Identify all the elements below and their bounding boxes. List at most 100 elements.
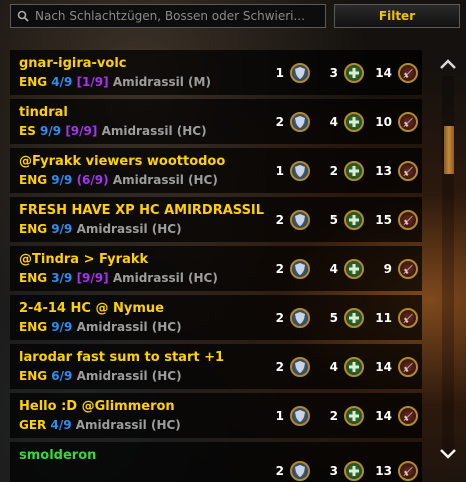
tank-count: 2 [275,310,284,325]
role-counts: 2 4 14 [260,344,422,389]
scroll-up-icon[interactable] [434,54,462,74]
group-alt-progress: (6/9) [76,173,109,187]
damage-role-icon [398,356,418,377]
healer-count: 4 [329,114,338,129]
group-language: ENG [19,222,48,236]
search-placeholder: Nach Schlachtzügen, Bossen oder Schwieri… [35,9,305,23]
group-title: smolderon [19,448,97,463]
healer-role-icon [344,307,364,328]
group-language: ENG [19,271,48,285]
group-language: ENG [19,75,48,89]
healer-role-icon [344,405,364,426]
healer-count: 5 [329,310,338,325]
group-raid: Amidrassil (HC) [76,222,182,236]
group-row[interactable]: @Tindra > Fyrakk ENG 3/9 [9/9] Amidrassi… [10,246,422,291]
group-row[interactable]: tindral ES 9/9 [9/9] Amidrassil (HC) 2 4… [10,99,422,144]
group-language: ENG [19,369,48,383]
damage-role-icon [398,111,418,132]
role-counts: 2 4 10 [260,99,422,144]
damage-count: 14 [375,65,392,80]
damage-role-icon [398,307,418,328]
tank-role-icon [290,111,310,132]
healer-count: 2 [329,163,338,178]
tank-count: 2 [275,261,284,276]
tank-count: 2 [275,359,284,374]
group-progress: 4/9 [51,75,73,89]
healer-count: 3 [329,65,338,80]
group-details: ENG 6/9 Amidrassil (HC) [19,369,182,383]
tank-count: 1 [275,408,284,423]
role-counts: 1 2 14 [260,393,422,438]
group-language: ENG [19,173,48,187]
healer-role-icon [344,62,364,83]
tank-count: 2 [275,463,284,478]
scroll-thumb[interactable] [444,126,454,174]
healer-role-icon [344,356,364,377]
healer-count: 4 [329,261,338,276]
group-details: ENG 9/9 Amidrassil (HC) [19,222,182,236]
scrollbar[interactable] [434,48,462,482]
healer-count: 2 [329,408,338,423]
damage-role-icon [398,209,418,230]
group-details: GER 4/9 Amidrassil (HC) [19,418,181,432]
group-alt-progress: [1/9] [76,75,109,89]
role-counts: 1 3 14 [260,50,422,95]
damage-count: 14 [375,359,392,374]
group-language: ES [19,124,36,138]
group-row[interactable]: larodar fast sum to start +1 ENG 6/9 Ami… [10,344,422,389]
group-raid: Amidrassil (HC) [101,124,207,138]
healer-role-icon [344,160,364,181]
group-language: GER [19,418,47,432]
damage-count: 14 [375,408,392,423]
damage-role-icon [398,460,418,481]
group-details: ENG 9/9 (6/9) Amidrassil (HC) [19,173,218,187]
group-details: ENG 4/9 [1/9] Amidrassil (M) [19,75,211,89]
group-language: ENG [19,320,48,334]
tank-role-icon [290,62,310,83]
tank-role-icon [290,460,310,481]
tank-role-icon [290,356,310,377]
tank-count: 2 [275,114,284,129]
group-title: @Fyrakk viewers woottodoo [19,154,226,169]
tank-count: 1 [275,163,284,178]
tank-count: 1 [275,65,284,80]
group-raid: Amidrassil (HC) [112,271,218,285]
filter-button[interactable]: Filter [334,4,460,28]
group-progress: 9/9 [51,320,73,334]
group-list: gnar-igira-volc ENG 4/9 [1/9] Amidrassil… [10,50,422,482]
damage-count: 11 [375,310,392,325]
damage-role-icon [398,160,418,181]
group-raid: Amidrassil (HC) [76,369,182,383]
group-row[interactable]: 2-4-14 HC @ Nymue ENG 9/9 Amidrassil (HC… [10,295,422,340]
healer-count: 3 [329,463,338,478]
top-bar: Nach Schlachtzügen, Bossen oder Schwieri… [0,0,466,36]
damage-role-icon [398,405,418,426]
group-row[interactable]: gnar-igira-volc ENG 4/9 [1/9] Amidrassil… [10,50,422,95]
healer-role-icon [344,258,364,279]
group-progress: 6/9 [51,369,73,383]
damage-count: 15 [375,212,392,227]
group-details: ENG 3/9 [9/9] Amidrassil (HC) [19,271,218,285]
group-progress: 9/9 [40,124,62,138]
healer-role-icon [344,111,364,132]
healer-role-icon [344,460,364,481]
group-alt-progress: [9/9] [65,124,98,138]
group-row[interactable]: FRESH HAVE XP HC AMIRDRASSIL ENG 9/9 Ami… [10,197,422,242]
group-row[interactable]: smolderon 2 3 13 [10,442,422,482]
group-row[interactable]: @Fyrakk viewers woottodoo ENG 9/9 (6/9) … [10,148,422,193]
group-row[interactable]: Hello :D @Glimmeron GER 4/9 Amidrassil (… [10,393,422,438]
group-title: gnar-igira-volc [19,56,127,71]
tank-role-icon [290,160,310,181]
damage-role-icon [398,62,418,83]
healer-count: 4 [329,359,338,374]
group-title: Hello :D @Glimmeron [19,399,175,414]
group-details: ES 9/9 [9/9] Amidrassil (HC) [19,124,207,138]
group-alt-progress: [9/9] [76,271,109,285]
damage-count: 10 [375,114,392,129]
scroll-down-icon[interactable] [434,444,462,464]
search-icon [11,10,35,22]
tank-role-icon [290,405,310,426]
role-counts: 2 3 13 [260,448,422,482]
group-details: ENG 9/9 Amidrassil (HC) [19,320,182,334]
search-input[interactable]: Nach Schlachtzügen, Bossen oder Schwieri… [10,4,326,28]
